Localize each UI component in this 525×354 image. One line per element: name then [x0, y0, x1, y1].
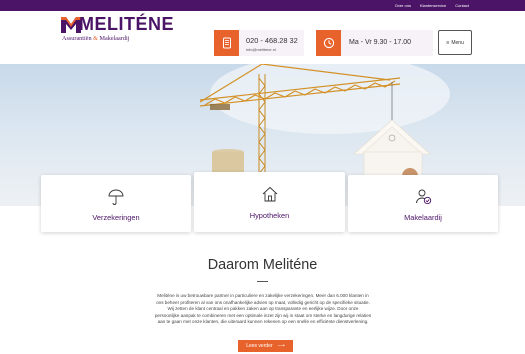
contact-box[interactable]: 020 - 468.28 32 info@melitene.nl	[214, 30, 304, 56]
phone-icon	[214, 30, 239, 56]
service-label-hypotheken: Hypotheken	[249, 211, 290, 220]
hours-box: Ma - Vr 9.30 - 17.00	[316, 30, 433, 56]
arrow-right-icon: ⟶	[277, 343, 285, 349]
about-line: persoonlijke aanpak te combineren met ee…	[154, 312, 372, 318]
tagline-amp: &	[93, 35, 98, 42]
hamburger-icon: ≡	[446, 39, 450, 46]
house-icon	[262, 186, 277, 202]
top-bar: Over ons Klantenservice Contact	[0, 0, 525, 11]
contact-email[interactable]: info@melitene.nl	[246, 47, 276, 52]
title-divider	[257, 281, 268, 282]
about-line: aan te gaan met onze klanten, die uitera…	[157, 319, 369, 325]
logo[interactable]: MELITÉNE Assurantiën & Makelaardij	[61, 14, 175, 45]
about-paragraph: Melitène is uw betrouwbare partner in pa…	[128, 293, 398, 326]
opening-hours: Ma - Vr 9.30 - 17.00	[349, 39, 411, 46]
service-label-makelaardij: Makelaardij	[404, 213, 442, 222]
top-link-klantenservice[interactable]: Klantenservice	[420, 3, 446, 8]
logo-m-mark	[61, 17, 81, 33]
tagline-part1: Assurantiën	[62, 35, 92, 42]
clock-icon	[316, 30, 341, 56]
service-card-verzekeringen[interactable]: Verzekeringen	[41, 175, 191, 232]
logo-wordmark: MELITÉNE	[79, 14, 175, 34]
top-link-over-ons[interactable]: Over ons	[395, 3, 411, 8]
service-card-makelaardij[interactable]: Makelaardij	[348, 175, 498, 232]
contact-phone[interactable]: 020 - 468.28 32	[246, 36, 298, 45]
section-title: Daarom Meliténe	[207, 257, 318, 273]
menu-label: Menu	[451, 39, 464, 46]
about-line: ons beheer profiteren al van ons onafhan…	[156, 299, 370, 305]
service-label-verzekeringen: Verzekeringen	[92, 213, 140, 222]
about-line: Wij zetten de klant centraal en pakken z…	[167, 306, 359, 312]
about-line: Melitène is uw betrouwbare partner in pa…	[157, 293, 369, 298]
read-more-button[interactable]: Lees verder ⟶	[238, 340, 293, 352]
service-card-hypotheken[interactable]: Hypotheken	[194, 172, 345, 232]
tagline-part2: Makelaardij	[99, 35, 130, 42]
logo-tagline: Assurantiën & Makelaardij	[62, 35, 129, 42]
top-link-contact[interactable]: Contact	[455, 3, 469, 8]
user-check-icon	[416, 189, 432, 205]
read-more-label: Lees verder	[246, 343, 273, 349]
umbrella-icon	[108, 189, 124, 205]
menu-button[interactable]: ≡ Menu	[438, 30, 472, 55]
top-links: Over ons Klantenservice Contact	[395, 0, 469, 11]
